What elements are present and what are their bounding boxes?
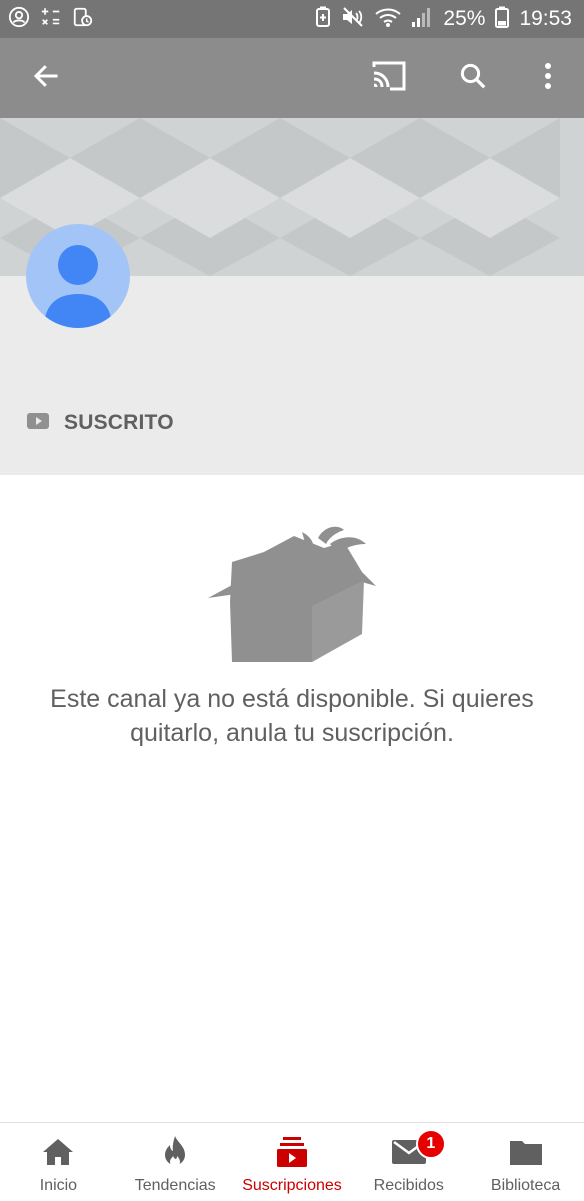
mail-icon: 1: [391, 1129, 446, 1169]
youtube-play-icon: [26, 411, 50, 436]
cast-button[interactable]: [365, 54, 413, 102]
back-button[interactable]: [22, 54, 70, 102]
more-vert-icon: [543, 61, 553, 96]
home-icon: [42, 1135, 74, 1169]
app-bar: [0, 38, 584, 118]
arrow-left-icon: [31, 61, 61, 96]
nav-label-biblioteca: Biblioteca: [490, 1177, 561, 1194]
subscribed-label: SUSCRITO: [64, 411, 174, 434]
account-circle-icon: [8, 6, 30, 33]
nav-label-tendencias: Tendencias: [134, 1177, 216, 1194]
search-icon: [458, 61, 488, 96]
channel-unavailable-message: Este canal ya no está disponible. Si qui…: [50, 685, 534, 747]
nav-label-recibidos: Recibidos: [373, 1177, 444, 1194]
clock: 19:53: [519, 7, 572, 30]
channel-avatar: [26, 224, 130, 328]
folder-icon: [509, 1135, 542, 1169]
search-button[interactable]: [449, 54, 497, 102]
cast-icon: [370, 59, 408, 98]
nav-item-tendencias[interactable]: Tendencias: [117, 1123, 234, 1201]
subscribed-indicator[interactable]: SUSCRITO: [26, 404, 174, 442]
device-schedule-icon: [72, 6, 94, 33]
status-bar: 25% 19:53: [0, 0, 584, 38]
battery-percent: 25%: [443, 7, 486, 30]
signal-icon: [411, 6, 433, 33]
bottom-navigation: Inicio Tendencias Suscripciones 1 Recibi…: [0, 1122, 584, 1201]
battery-saver-icon: [315, 6, 331, 33]
nav-label-inicio: Inicio: [39, 1177, 78, 1194]
subscriptions-icon: [276, 1135, 307, 1169]
wifi-icon: [375, 6, 402, 33]
nav-item-suscripciones[interactable]: Suscripciones: [234, 1123, 351, 1201]
nav-item-biblioteca[interactable]: Biblioteca: [467, 1123, 584, 1201]
calculator-icon: [40, 6, 62, 33]
nav-label-suscripciones: Suscripciones: [242, 1177, 342, 1194]
status-right-icons: 25% 19:53: [315, 6, 572, 33]
nav-item-recibidos[interactable]: 1 Recibidos: [350, 1123, 467, 1201]
nav-item-inicio[interactable]: Inicio: [0, 1123, 117, 1201]
status-left-icons: [8, 6, 94, 33]
mute-icon: [341, 6, 365, 33]
more-options-button[interactable]: [524, 54, 572, 102]
battery-icon: [495, 6, 510, 33]
flame-icon: [161, 1135, 189, 1169]
empty-box-illustration: [204, 522, 380, 664]
notification-badge: 1: [415, 1129, 446, 1159]
